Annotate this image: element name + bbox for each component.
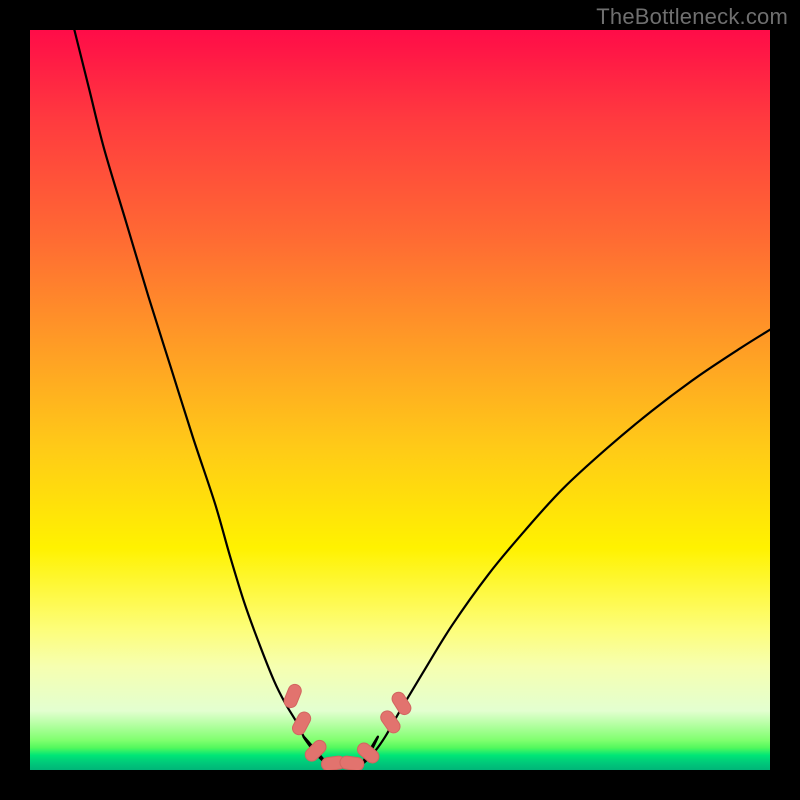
curve-group: [74, 30, 770, 766]
plot-area: [30, 30, 770, 770]
valley-marker: [282, 682, 303, 709]
valley-marker: [339, 755, 365, 770]
valley-marker: [290, 710, 313, 737]
chart-frame: TheBottleneck.com: [0, 0, 800, 800]
curve-svg: [30, 30, 770, 770]
bottleneck-curve: [74, 30, 770, 766]
marker-group: [282, 682, 413, 770]
watermark-text: TheBottleneck.com: [596, 4, 788, 30]
